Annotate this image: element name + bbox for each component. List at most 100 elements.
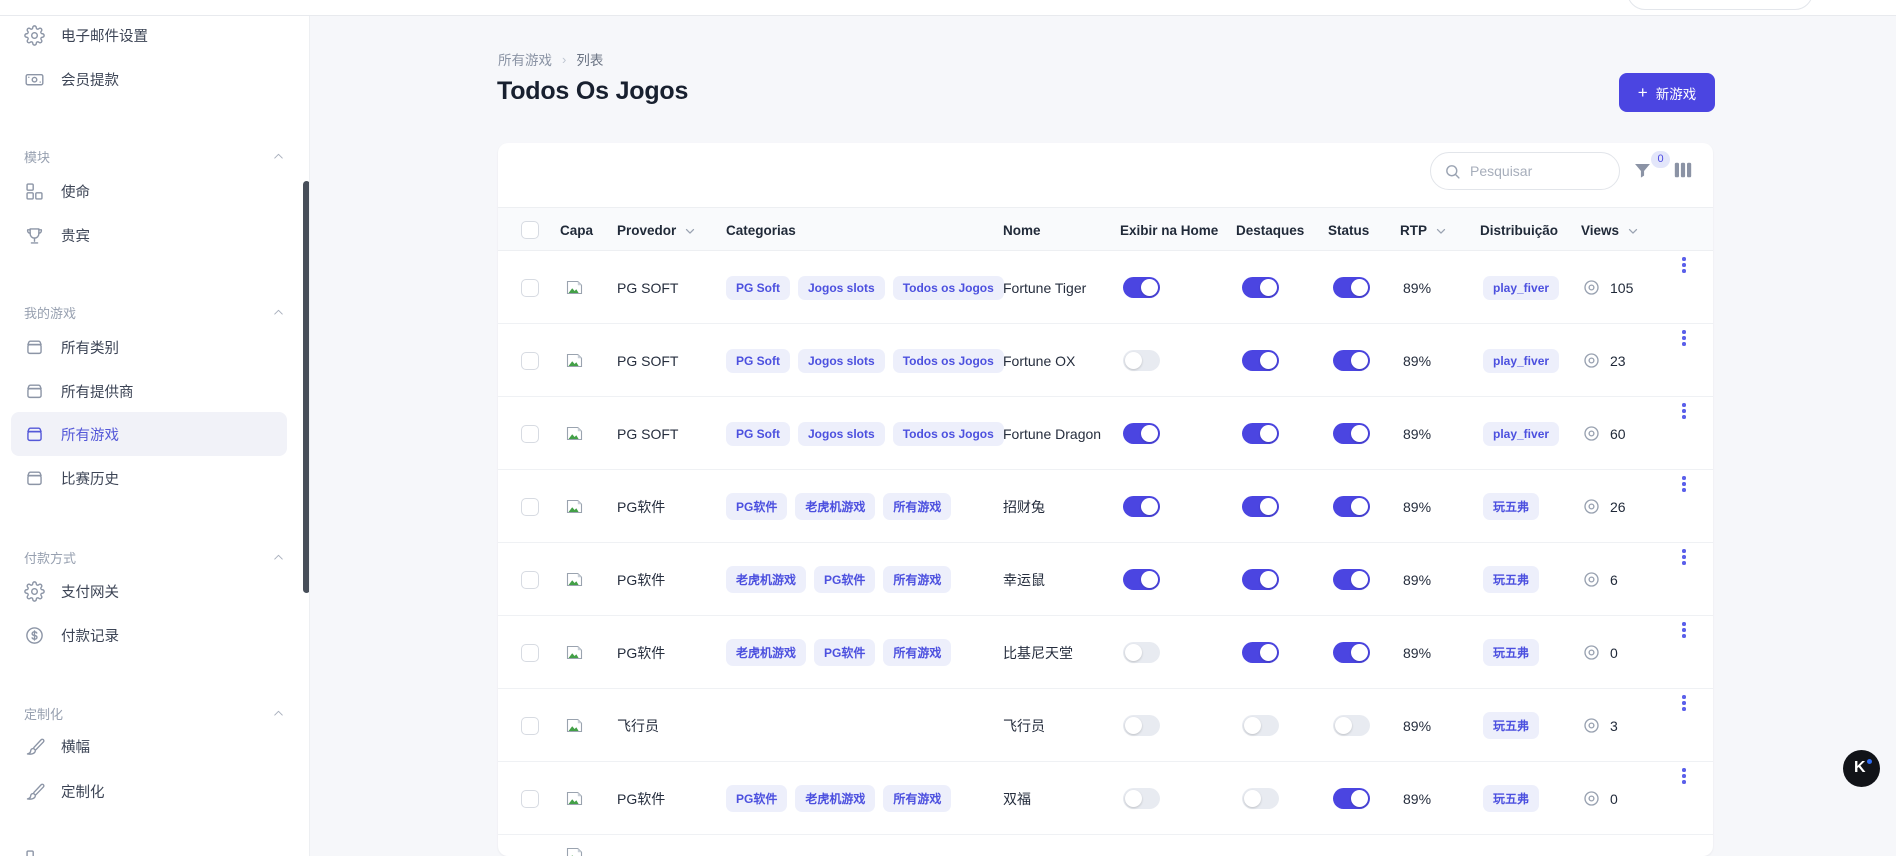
- grid-icon: [24, 181, 45, 202]
- filter-button[interactable]: [1632, 160, 1653, 181]
- status-toggle[interactable]: [1333, 569, 1370, 590]
- sidebar-section-header[interactable]: 付款方式: [24, 547, 286, 567]
- sidebar-item[interactable]: 所有游戏: [11, 412, 287, 456]
- chevron-down-icon: [683, 224, 697, 238]
- views-cell: 0: [1582, 643, 1618, 662]
- table-row: PG SOFT PG SoftJogos slotsTodos os Jogos…: [498, 397, 1713, 470]
- destaques-toggle[interactable]: [1242, 715, 1279, 736]
- views-icon: [1582, 424, 1601, 443]
- row-menu-button[interactable]: [1674, 470, 1694, 543]
- row-menu-button[interactable]: [1674, 397, 1694, 470]
- sidebar-item[interactable]: 支付网关: [11, 569, 287, 613]
- exibir-na-home-toggle[interactable]: [1123, 277, 1160, 298]
- archive-icon: [24, 337, 45, 358]
- header-exibir-na-home: Exibir na Home: [1120, 208, 1218, 252]
- navbar-search-input[interactable]: [1627, 0, 1813, 10]
- row-checkbox[interactable]: [521, 425, 539, 443]
- destaques-toggle[interactable]: [1242, 496, 1279, 517]
- row-menu-button[interactable]: [1674, 762, 1694, 835]
- sidebar-scrollbar-thumb[interactable]: [303, 181, 310, 593]
- category-chip: Todos os Jogos: [893, 349, 1004, 373]
- new-game-button[interactable]: + 新游戏: [1619, 73, 1715, 112]
- row-checkbox[interactable]: [521, 790, 539, 808]
- header-provedor[interactable]: Provedor: [617, 208, 697, 252]
- row-menu-button[interactable]: [1674, 543, 1694, 616]
- sidebar-item-label: 会员提款: [61, 69, 119, 90]
- row-menu-button[interactable]: [1674, 251, 1694, 324]
- destaques-toggle[interactable]: [1242, 642, 1279, 663]
- row-menu-button[interactable]: [1674, 324, 1694, 397]
- sidebar-item[interactable]: 会员提款: [11, 57, 287, 101]
- views-cell: 26: [1582, 497, 1626, 516]
- sidebar-item[interactable]: 付款记录: [11, 613, 287, 657]
- category-chip: Todos os Jogos: [893, 276, 1004, 300]
- exibir-na-home-toggle[interactable]: [1123, 569, 1160, 590]
- row-checkbox[interactable]: [521, 644, 539, 662]
- views-icon: [1582, 278, 1601, 297]
- funnel-icon: [1632, 160, 1653, 181]
- exibir-na-home-toggle[interactable]: [1123, 715, 1160, 736]
- header-rtp[interactable]: RTP: [1400, 208, 1448, 252]
- support-fab-button[interactable]: K: [1843, 750, 1880, 787]
- views-icon: [1582, 716, 1601, 735]
- views-cell: 6: [1582, 570, 1618, 589]
- select-all-checkbox[interactable]: [521, 221, 539, 239]
- status-toggle[interactable]: [1333, 350, 1370, 371]
- categories-cell: PG SoftJogos slotsTodos os Jogos: [726, 276, 1004, 300]
- provider-cell: PG SOFT: [617, 397, 678, 470]
- status-toggle[interactable]: [1333, 277, 1370, 298]
- destaques-toggle[interactable]: [1242, 788, 1279, 809]
- destaques-toggle[interactable]: [1242, 277, 1279, 298]
- views-count: 6: [1610, 572, 1618, 588]
- destaques-toggle[interactable]: [1242, 350, 1279, 371]
- status-toggle[interactable]: [1333, 715, 1370, 736]
- search-icon: [1444, 163, 1461, 180]
- views-count: 3: [1610, 718, 1618, 734]
- exibir-na-home-toggle[interactable]: [1123, 788, 1160, 809]
- sidebar-section-header[interactable]: 我的游戏: [24, 302, 286, 322]
- sidebar-item[interactable]: 所有提供商: [11, 369, 287, 413]
- row-menu-button[interactable]: [1674, 616, 1694, 689]
- sidebar-section-header[interactable]: 模块: [24, 146, 286, 166]
- table-row: PG软件 老虎机游戏PG软件所有游戏 幸运鼠 89% 玩五弗 6: [498, 543, 1713, 616]
- row-menu-button[interactable]: [1674, 689, 1694, 762]
- game-cover-broken-image-icon: [566, 470, 583, 543]
- status-toggle[interactable]: [1333, 788, 1370, 809]
- exibir-na-home-toggle[interactable]: [1123, 423, 1160, 444]
- destaques-toggle[interactable]: [1242, 569, 1279, 590]
- sidebar-item[interactable]: [11, 836, 287, 856]
- header-views[interactable]: Views: [1581, 208, 1640, 252]
- exibir-na-home-toggle[interactable]: [1123, 350, 1160, 371]
- categories-cell: 老虎机游戏PG软件所有游戏: [726, 566, 951, 593]
- sidebar-item[interactable]: 贵宾: [11, 213, 287, 257]
- exibir-na-home-toggle[interactable]: [1123, 642, 1160, 663]
- status-toggle[interactable]: [1333, 423, 1370, 444]
- sidebar-item[interactable]: 横幅: [11, 724, 287, 768]
- views-icon: [1582, 351, 1601, 370]
- sidebar-item[interactable]: 电子邮件设置: [11, 16, 287, 57]
- row-checkbox[interactable]: [521, 717, 539, 735]
- sidebar-item[interactable]: 比赛历史: [11, 456, 287, 500]
- views-count: 26: [1610, 499, 1626, 515]
- row-checkbox[interactable]: [521, 279, 539, 297]
- status-toggle[interactable]: [1333, 496, 1370, 517]
- views-cell: 60: [1582, 424, 1626, 443]
- search-input[interactable]: [1470, 163, 1600, 179]
- breadcrumb-link[interactable]: 所有游戏: [498, 49, 552, 69]
- category-chip: PG软件: [814, 639, 875, 666]
- columns-button[interactable]: [1672, 160, 1694, 180]
- row-checkbox[interactable]: [521, 571, 539, 589]
- destaques-toggle[interactable]: [1242, 423, 1279, 444]
- row-checkbox[interactable]: [521, 498, 539, 516]
- status-toggle[interactable]: [1333, 642, 1370, 663]
- rtp-cell: 89%: [1403, 543, 1431, 616]
- sidebar-section-header[interactable]: 定制化: [24, 703, 286, 723]
- sidebar-item[interactable]: 所有类别: [11, 325, 287, 369]
- sidebar-item[interactable]: 定制化: [11, 769, 287, 813]
- provider-cell: PG软件: [617, 470, 665, 543]
- row-checkbox[interactable]: [521, 352, 539, 370]
- sidebar-item[interactable]: 使命: [11, 169, 287, 213]
- chevron-down-icon: [1626, 224, 1640, 238]
- exibir-na-home-toggle[interactable]: [1123, 496, 1160, 517]
- sidebar-item-label: 支付网关: [61, 581, 119, 602]
